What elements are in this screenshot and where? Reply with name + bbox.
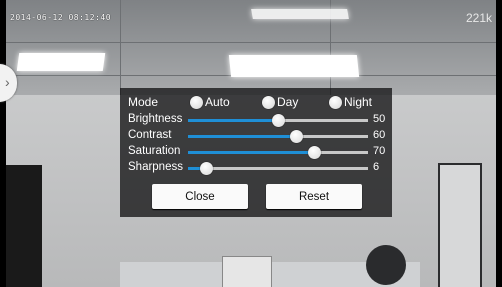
- frame-edge-left: [0, 0, 6, 287]
- mode-option-label: Auto: [205, 95, 230, 109]
- brightness-slider[interactable]: [188, 114, 368, 127]
- slider-label: Contrast: [128, 129, 172, 141]
- ceiling-grid-line: [120, 0, 121, 95]
- slider-row-saturation: Saturation 70: [120, 145, 392, 161]
- slider-fill: [188, 119, 278, 122]
- slider-fill: [188, 135, 296, 138]
- mode-option-day[interactable]: Day: [262, 94, 298, 110]
- mode-option-night[interactable]: Night: [329, 94, 372, 110]
- doorway: [0, 165, 42, 287]
- timestamp-overlay: 2014-06-12 08:12:40: [10, 13, 112, 22]
- slider-value: 50: [373, 113, 386, 125]
- radio-button-icon[interactable]: [190, 95, 203, 109]
- camera-view: 2014-06-12 08:12:40 221k › Mode Auto Day…: [0, 0, 502, 287]
- slider-label: Brightness: [128, 113, 183, 125]
- slider-value: 60: [373, 129, 386, 141]
- slider-thumb[interactable]: [290, 130, 303, 143]
- slider-row-sharpness: Sharpness 6: [120, 161, 392, 177]
- slider-row-contrast: Contrast 60: [120, 129, 392, 145]
- reset-button[interactable]: Reset: [266, 184, 362, 209]
- ceiling-grid-line: [0, 42, 502, 43]
- mode-option-auto[interactable]: Auto: [190, 94, 230, 110]
- saturation-slider[interactable]: [188, 146, 368, 159]
- fan: [366, 245, 406, 285]
- slider-label: Sharpness: [128, 161, 183, 173]
- image-settings-panel: Mode Auto Day Night Brightness 50 Contra…: [120, 88, 392, 217]
- slider-thumb[interactable]: [200, 162, 213, 175]
- mode-option-label: Day: [277, 95, 299, 109]
- frame-edge-right: [496, 0, 502, 287]
- slider-thumb[interactable]: [308, 146, 321, 159]
- radio-button-icon[interactable]: [262, 95, 275, 109]
- slider-thumb[interactable]: [272, 114, 285, 127]
- slider-value: 6: [373, 161, 380, 173]
- ceiling-light: [251, 9, 349, 19]
- contrast-slider[interactable]: [188, 130, 368, 143]
- chevron-right-icon: ›: [5, 74, 10, 90]
- sharpness-slider[interactable]: [188, 162, 368, 175]
- slider-value: 70: [373, 145, 386, 157]
- ceiling-light: [228, 55, 360, 77]
- close-button[interactable]: Close: [152, 184, 248, 209]
- ceiling-light: [16, 53, 106, 71]
- printer: [222, 256, 272, 287]
- slider-label: Saturation: [128, 145, 181, 157]
- slider-fill: [188, 151, 314, 154]
- bitrate-indicator: 221k: [465, 11, 492, 25]
- door: [438, 163, 482, 287]
- slider-row-brightness: Brightness 50: [120, 113, 392, 129]
- mode-option-label: Night: [344, 95, 373, 109]
- radio-button-icon[interactable]: [329, 95, 342, 109]
- mode-label: Mode: [128, 95, 159, 109]
